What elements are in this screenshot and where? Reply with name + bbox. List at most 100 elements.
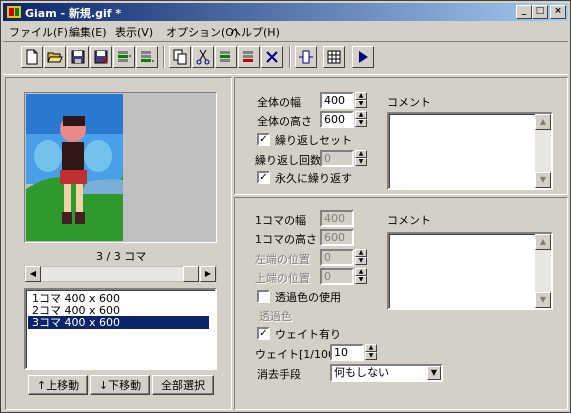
app-icon <box>7 6 21 18</box>
loop-set-checkbox[interactable]: ✓ <box>257 133 270 146</box>
menu-bar: ファイル(F) 編集(E) 表示(V) オプション(O) ヘルプ(H) <box>3 22 568 40</box>
title-bar[interactable]: Giam - 新規.gif * _ □ × <box>3 3 568 21</box>
left-position-spinner[interactable]: ▲ ▼ <box>355 249 367 266</box>
chevron-down-icon[interactable]: ▼ <box>427 366 441 380</box>
frame-width-field: 400 <box>320 210 354 227</box>
play-icon <box>359 51 368 63</box>
scroll-down-button[interactable]: ▼ <box>535 172 551 188</box>
transparent-color-checkbox[interactable] <box>257 290 270 303</box>
scroll-left-button[interactable]: ◀ <box>25 266 41 282</box>
frame-settings-panel: 1コマの幅 400 1コマの高さ 600 左端の位置 0 ▲ ▼ 上端の位置 0 … <box>234 197 568 410</box>
paste-icon <box>220 51 230 62</box>
insert-frame-button[interactable] <box>113 46 135 68</box>
global-width-label: 全体の幅 <box>257 96 301 109</box>
menu-help[interactable]: ヘルプ(H) <box>230 24 280 40</box>
disposal-label: 消去手段 <box>257 368 301 381</box>
global-height-label: 全体の高さ <box>257 115 312 128</box>
loop-count-spinner[interactable]: ▲ ▼ <box>355 150 367 167</box>
disposal-value: 何もしない <box>334 366 389 379</box>
preview-frame <box>24 92 217 243</box>
new-icon <box>26 49 38 65</box>
global-comment-textarea[interactable]: ▲ ▼ <box>387 112 553 190</box>
frame-height-label: 1コマの高さ <box>255 233 317 246</box>
insert-frame-icon <box>118 51 131 62</box>
global-comment-scrollbar[interactable]: ▲ ▼ <box>535 114 551 188</box>
fit-icon <box>299 50 313 64</box>
top-position-field[interactable]: 0 <box>320 268 354 285</box>
append-frame-button[interactable] <box>136 46 158 68</box>
scroll-thumb[interactable] <box>183 266 199 282</box>
global-settings-panel: 全体の幅 400 ▲ ▼ 全体の高さ 600 ▲ ▼ ✓ 繰り返しセット 繰り返し回… <box>234 77 568 195</box>
toolbar-separator <box>163 46 165 68</box>
frame-list-item-selected[interactable]: 3コマ 400 x 600 <box>28 316 209 329</box>
maximize-button[interactable]: □ <box>532 5 548 19</box>
global-height-field[interactable]: 600 <box>320 111 354 128</box>
paste-button[interactable] <box>215 46 237 68</box>
left-position-field[interactable]: 0 <box>320 249 354 266</box>
save-icon <box>71 50 85 64</box>
frame-comment-scrollbar[interactable]: ▲ ▼ <box>535 234 551 308</box>
wait-label: ウェイト有り <box>275 328 341 341</box>
delete-button[interactable] <box>261 46 283 68</box>
wait-time-field[interactable]: 10 <box>330 344 364 361</box>
fit-button[interactable] <box>295 46 317 68</box>
frame-width-label: 1コマの幅 <box>255 214 306 227</box>
transparent-color-label: 透過色 <box>259 310 292 323</box>
select-all-button[interactable]: 全部選択 <box>152 375 214 395</box>
new-button[interactable] <box>21 46 43 68</box>
left-panel: 3 / 3 コマ ◀ ▶ 1コマ 400 x 600 2コマ 400 x 600… <box>5 77 232 410</box>
disposal-select[interactable]: 何もしない ▼ <box>330 364 443 382</box>
scroll-right-button[interactable]: ▶ <box>200 266 216 282</box>
save-as-icon <box>94 50 108 64</box>
grid-button[interactable] <box>323 46 345 68</box>
loop-count-field[interactable]: 0 <box>320 150 354 167</box>
animation-preview-image <box>26 94 123 241</box>
global-comment-label: コメント <box>387 96 431 109</box>
copy-button[interactable] <box>169 46 191 68</box>
save-as-button[interactable] <box>90 46 112 68</box>
save-button[interactable] <box>67 46 89 68</box>
open-icon <box>47 52 63 63</box>
preview-scrollbar[interactable]: ◀ ▶ <box>24 266 217 282</box>
copy-icon <box>173 49 187 65</box>
move-up-button[interactable]: ↑上移動 <box>28 375 88 395</box>
menu-edit[interactable]: 編集(E) <box>69 24 107 40</box>
wait-time-spinner[interactable]: ▲ ▼ <box>365 344 377 361</box>
cut-icon <box>196 49 210 65</box>
play-button[interactable] <box>352 46 374 68</box>
loop-forever-checkbox[interactable]: ✓ <box>257 171 270 184</box>
frame-indicator: 3 / 3 コマ <box>96 250 147 263</box>
cut-button[interactable] <box>192 46 214 68</box>
open-button[interactable] <box>44 46 66 68</box>
loop-count-label: 繰り返し回数 <box>255 154 321 167</box>
scroll-up-button[interactable]: ▲ <box>535 114 551 130</box>
menu-file[interactable]: ファイル(F) <box>9 24 68 40</box>
scroll-down-button[interactable]: ▼ <box>535 292 551 308</box>
scroll-up-button[interactable]: ▲ <box>535 234 551 250</box>
frame-comment-label: コメント <box>387 214 431 227</box>
toolbar <box>3 41 568 75</box>
minimize-button[interactable]: _ <box>516 5 532 19</box>
global-height-spinner[interactable]: ▲ ▼ <box>355 111 367 128</box>
wait-checkbox[interactable]: ✓ <box>257 327 270 340</box>
top-position-spinner[interactable]: ▲ ▼ <box>355 268 367 285</box>
paste-after-button[interactable] <box>238 46 260 68</box>
toolbar-separator <box>289 46 291 68</box>
menu-view[interactable]: 表示(V) <box>115 24 153 40</box>
grid-icon <box>327 50 341 64</box>
window-title: Giam - 新規.gif * <box>25 7 122 20</box>
top-position-label: 上端の位置 <box>255 272 310 285</box>
frame-list[interactable]: 1コマ 400 x 600 2コマ 400 x 600 3コマ 400 x 60… <box>24 288 217 370</box>
paste-after-icon <box>243 51 253 62</box>
left-position-label: 左端の位置 <box>255 253 310 266</box>
close-button[interactable]: × <box>550 5 566 19</box>
global-width-spinner[interactable]: ▲ ▼ <box>355 92 367 109</box>
transparent-color-use-label: 透過色の使用 <box>275 291 341 304</box>
frame-height-field: 600 <box>320 229 354 246</box>
global-width-field[interactable]: 400 <box>320 92 354 109</box>
loop-forever-label: 永久に繰り返す <box>275 172 352 185</box>
delete-icon <box>266 51 278 63</box>
move-down-button[interactable]: ↓下移動 <box>90 375 150 395</box>
frame-comment-textarea[interactable]: ▲ ▼ <box>387 232 553 310</box>
menu-options[interactable]: オプション(O) <box>166 24 238 40</box>
